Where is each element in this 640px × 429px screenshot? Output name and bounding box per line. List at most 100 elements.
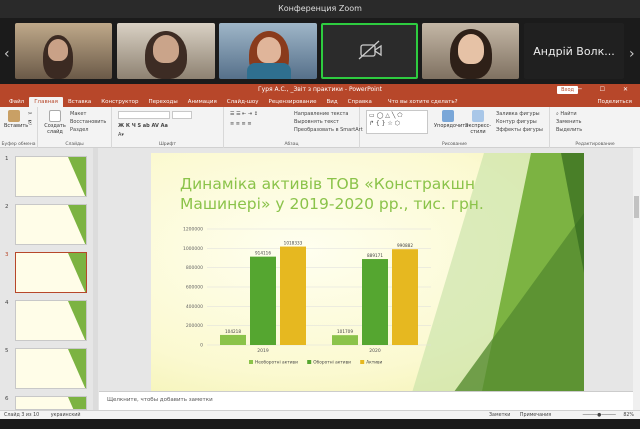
text-direction-button[interactable]: Направление текста [294,111,348,117]
tab-1[interactable]: Главная [29,97,63,107]
tab-2[interactable]: Вставка [63,99,96,107]
participant-name: Андрій Волк... [533,44,615,58]
smartart-button[interactable]: Преобразовать в SmartArt [294,127,363,133]
chevron-left-icon[interactable]: ‹ [4,46,10,62]
ppt-titlebar: Гуря А.С., _Звіт з практики - PowerPoint… [0,84,640,96]
shape-outline-button[interactable]: Контур фигуры [496,119,537,125]
align-text-button[interactable]: Выровнять текст [294,119,339,125]
x-tick-label: 2020 [369,348,381,354]
share-button[interactable]: Поделиться [592,99,640,107]
select-button[interactable]: Выделить [556,127,582,133]
slide-counter: Слайд 3 из 10 [4,413,40,418]
font-family-select[interactable] [118,111,170,119]
tab-6[interactable]: Слайд-шоу [222,99,264,107]
shapes-gallery[interactable]: ▭ ◯ △ ╲ ⬠ ↱ { } ☆ ⬡ [366,110,428,134]
reset-button[interactable]: Восстановить [70,119,106,125]
shape-effects-button[interactable]: Эффекты фигуры [496,127,543,133]
find-button[interactable]: ⌕ Найти [556,111,577,117]
paste-label: Вставить [4,123,29,129]
notes-pane[interactable]: Щелкните, чтобы добавить заметки [99,391,633,410]
legend-label: Оборотні активи [313,360,351,366]
slide-thumbnail-6[interactable] [15,396,87,410]
list-icons[interactable]: ☰ ☰ ⇤ ⇥ ↕ [230,111,258,117]
participant-video-off[interactable] [321,23,418,79]
thumb-number: 2 [5,204,9,210]
slide-scrollbar[interactable] [633,148,640,410]
align-icons[interactable]: ≡ ≡ ≡ ≡ [230,121,252,127]
paste-button[interactable]: Вставить [4,110,28,129]
slide-thumbnail-3[interactable] [15,252,87,293]
tab-0[interactable]: Файл [4,99,29,107]
chevron-right-icon[interactable]: › [629,46,635,62]
quick-styles-label: Экспресс-стили [464,123,492,135]
participant-video-5[interactable] [422,23,519,79]
window-controls[interactable]: ─ ☐ ✕ [578,84,636,96]
y-tick-label: 200000 [186,323,203,329]
create-slide-label: Создать слайд [44,123,66,135]
data-label: 1018333 [284,241,303,246]
quick-styles-button[interactable]: Экспресс-стили [464,110,492,135]
group-label-clipboard: Буфер обмена [1,142,36,147]
slide-title[interactable]: Динаміка активів ТОВ «Констракшн Машинер… [180,174,500,214]
zoom-slider[interactable]: ─────●───── [583,413,616,418]
legend-label: Активи [366,360,382,366]
font-color-icon[interactable]: A▾ [118,132,124,138]
layout-button[interactable]: Макет [70,111,86,117]
participant-video-2[interactable] [117,23,215,79]
video-off-icon [358,40,382,60]
paste-icon [8,110,20,122]
copy-icon[interactable]: ⎘ [28,120,32,126]
bar-2019-1[interactable] [250,256,276,345]
bar-2020-2[interactable] [392,249,418,345]
tab-8[interactable]: Вид [321,99,342,107]
tab-5[interactable]: Анимация [183,99,222,107]
section-button[interactable]: Раздел [70,127,88,133]
comments-toggle[interactable]: Примечания [520,413,551,418]
zoom-level[interactable]: 82% [623,413,634,418]
zoom-bottom-bar [0,419,640,429]
tab-9[interactable]: Справка [343,99,377,107]
slide-thumbnails[interactable]: 1 2 3 4 5 6 [0,148,98,410]
shape-fill-button[interactable]: Заливка фигуры [496,111,540,117]
thumbnail-scrollbar[interactable] [93,148,98,410]
replace-button[interactable]: Заменить [556,119,582,125]
slide-thumbnail-4[interactable] [15,300,87,341]
slide-area: Динаміка активів ТОВ «Констракшн Машинер… [99,148,633,396]
font-size-select[interactable] [172,111,192,119]
current-slide[interactable]: Динаміка активів ТОВ «Констракшн Машинер… [151,153,584,396]
bar-chart[interactable]: 0 200000 400000 600000 800000 1000000 1200000 1… [169,223,439,373]
arrange-button[interactable]: Упорядочить [434,110,468,129]
create-slide-button[interactable]: Создать слайд [44,110,66,135]
bar-2019-2[interactable] [280,246,306,345]
tab-7[interactable]: Рецензирование [264,99,322,107]
bar-2020-0[interactable] [332,335,358,345]
participant-video-3[interactable] [219,23,317,79]
shape-icons-row2: ↱ { } ☆ ⬡ [369,120,400,127]
notes-toggle[interactable]: Заметки [489,413,510,418]
scrollbar-thumb[interactable] [634,196,639,218]
tell-me-search[interactable]: Что вы хотите сделать? [383,99,463,107]
participant-name-tile[interactable]: Андрій Волк... [524,23,624,79]
data-label: 104218 [225,329,241,334]
powerpoint-window: Гуря А.С., _Звіт з практики - PowerPoint… [0,84,640,429]
bold-icon[interactable]: Ж К Ч S ab AV Aa [118,123,168,129]
participant-video-1[interactable] [15,23,112,79]
participant-strip: ‹ Андрій Волк... › [0,18,640,84]
group-label-slides: Слайды [65,142,84,147]
tab-3[interactable]: Конструктор [96,99,143,107]
bar-2020-1[interactable] [362,259,388,345]
slide-thumbnail-2[interactable] [15,204,87,245]
slide-thumbnail-1[interactable] [15,156,87,197]
language-indicator[interactable]: украинский [51,413,81,418]
data-label: 914116 [255,251,271,256]
cut-icon[interactable]: ✂ [28,111,32,117]
thumb-number: 6 [5,396,9,402]
tab-4[interactable]: Переходы [144,99,183,107]
signin-button[interactable]: Вход [557,86,578,94]
group-slides: Создать слайд Макет Восстановить Раздел … [38,107,112,148]
group-label-drawing: Рисование [442,142,467,147]
group-label-font: Шрифт [158,142,177,147]
slide-thumbnail-5[interactable] [15,348,87,389]
bar-2019-0[interactable] [220,334,246,345]
zoom-window-title: Конференция Zoom [0,0,640,18]
